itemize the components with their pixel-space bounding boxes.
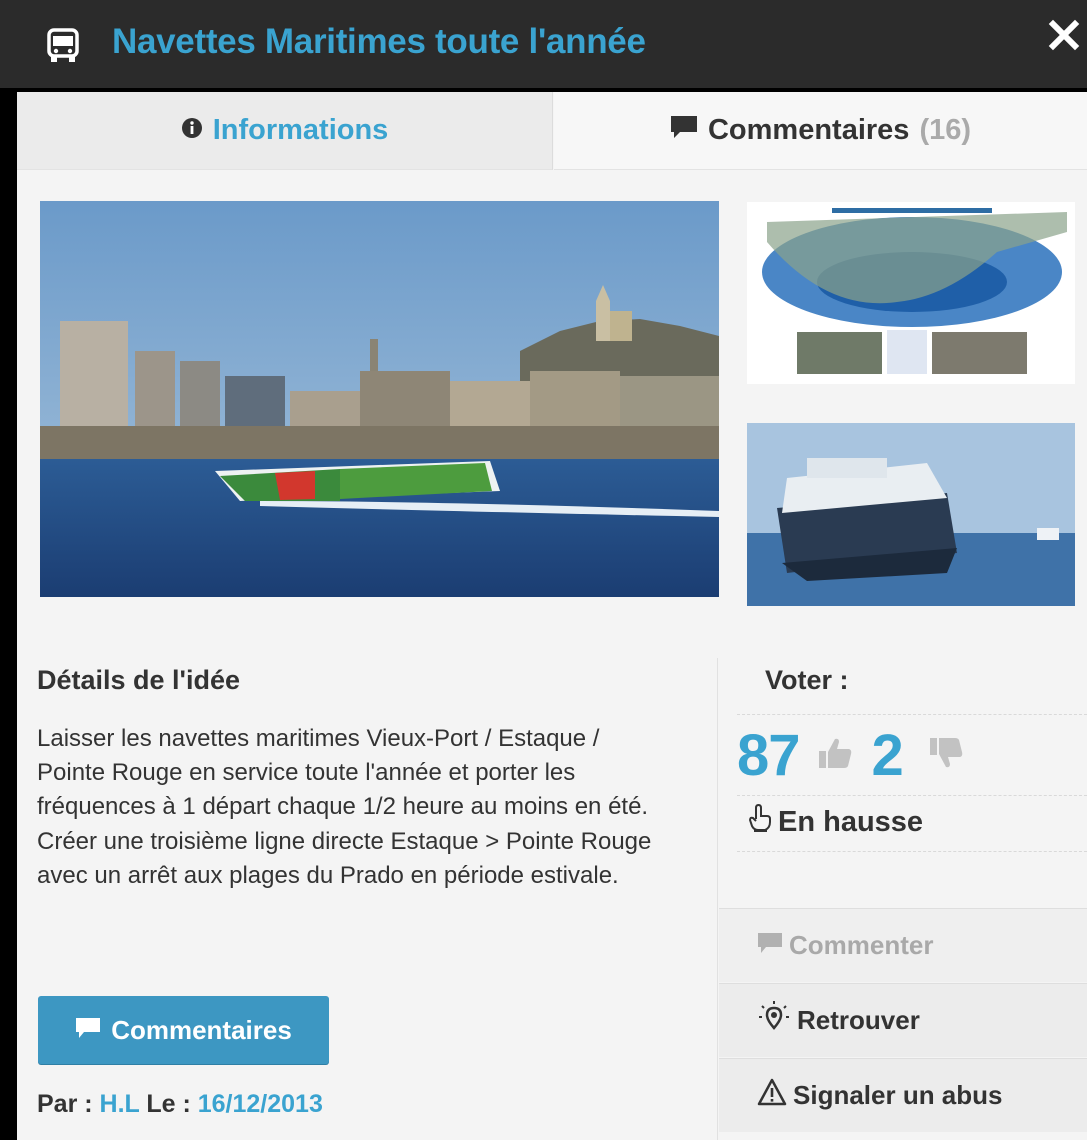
tab-commentaires[interactable]: Commentaires (16) [554,92,1087,170]
tab-informations[interactable]: Informations [17,92,553,170]
downvote-count: 2 [871,722,904,788]
main-photo[interactable] [40,201,719,597]
vote-label: Voter : [765,665,849,695]
trend-label: En hausse [778,805,924,838]
locate-label: Retrouver [797,1005,920,1035]
report-abuse-button[interactable]: Signaler un abus [719,1058,1087,1132]
date-prefix: Le : [146,1090,191,1118]
close-icon[interactable] [1045,12,1085,56]
author-line: Par : H.L Le : 16/12/2013 [37,1090,323,1119]
comment-action-button[interactable]: Commenter [719,908,1087,982]
author-link[interactable]: H.L [100,1090,140,1118]
boat-thumbnail[interactable] [747,423,1075,606]
upvote-count: 87 [737,722,801,788]
comment-icon [757,930,783,961]
hand-pointing-icon [748,803,772,840]
divider [737,851,1087,852]
comment-icon [670,114,698,147]
report-label: Signaler un abus [793,1080,1003,1110]
warning-icon [757,1078,787,1113]
date-link[interactable]: 16/12/2013 [198,1090,323,1118]
info-circle-icon [181,114,203,147]
locate-button[interactable]: Retrouver [719,983,1087,1057]
bus-icon [46,28,80,69]
comments-button-label: Commentaires [111,1014,292,1045]
details-title: Détails de l'idée [37,665,241,695]
comments-button[interactable]: Commentaires [38,996,329,1064]
tab-informations-label: Informations [212,114,389,146]
column-divider [717,658,718,1140]
vote-row: 87 2 [737,720,963,790]
thumbs-down-icon[interactable] [929,737,963,774]
modal-title: Navettes Maritimes toute l'année [112,22,646,61]
trend-status: En hausse [748,803,924,840]
author-prefix: Par : [37,1090,93,1118]
comment-icon [75,1015,101,1046]
comments-count: (16) [919,114,972,146]
comment-action-label: Commenter [789,930,934,960]
modal-header: Navettes Maritimes toute l'année [0,0,1087,88]
tab-commentaires-label: Commentaires [707,114,910,146]
details-text: Laisser les navettes maritimes Vieux-Por… [37,725,652,889]
divider [737,795,1087,796]
map-thumbnail[interactable] [747,202,1075,384]
divider [737,714,1087,715]
thumbs-up-icon[interactable] [818,737,852,774]
modal-body: Informations Commentaires (16) Détails d… [17,92,1087,1140]
map-marker-icon [757,1000,791,1041]
